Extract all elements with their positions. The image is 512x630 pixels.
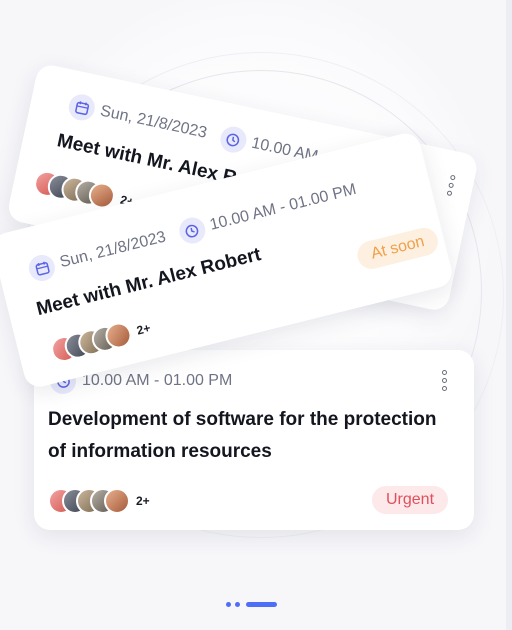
avatar-more-count: 2+ — [135, 320, 152, 338]
page-dot[interactable] — [235, 602, 240, 607]
calendar-icon — [26, 252, 58, 284]
avatar-more-count: 2+ — [136, 494, 150, 508]
page-dot-active[interactable] — [246, 602, 277, 607]
page-dot[interactable] — [226, 602, 231, 607]
clock-icon — [176, 214, 208, 247]
card2-time: 10.00 AM - 01.00 PM — [208, 180, 359, 234]
card2-avatar-group[interactable]: 2+ — [48, 315, 153, 365]
more-vertical-icon[interactable] — [445, 174, 457, 197]
more-vertical-icon[interactable] — [440, 370, 448, 391]
at-soon-badge: At soon — [354, 224, 442, 272]
urgent-badge: Urgent — [372, 486, 449, 514]
card2-date: Sun, 21/8/2023 — [58, 228, 168, 272]
task-title-line1: Development of software for the protecti… — [48, 409, 437, 430]
card3-avatar-group[interactable]: 2+ — [48, 488, 150, 514]
page-indicator[interactable] — [226, 602, 277, 607]
task-card[interactable]: 10.00 AM - 01.00 PM Development of softw… — [34, 350, 474, 530]
card3-time: 10.00 AM - 01.00 PM — [82, 372, 233, 389]
right-edge — [506, 0, 512, 630]
clock-icon — [217, 124, 249, 155]
task-title-line2: of information resources — [48, 441, 272, 462]
calendar-icon — [66, 91, 98, 123]
card1-date: Sun, 21/8/2023 — [98, 102, 209, 142]
avatar — [104, 488, 130, 514]
